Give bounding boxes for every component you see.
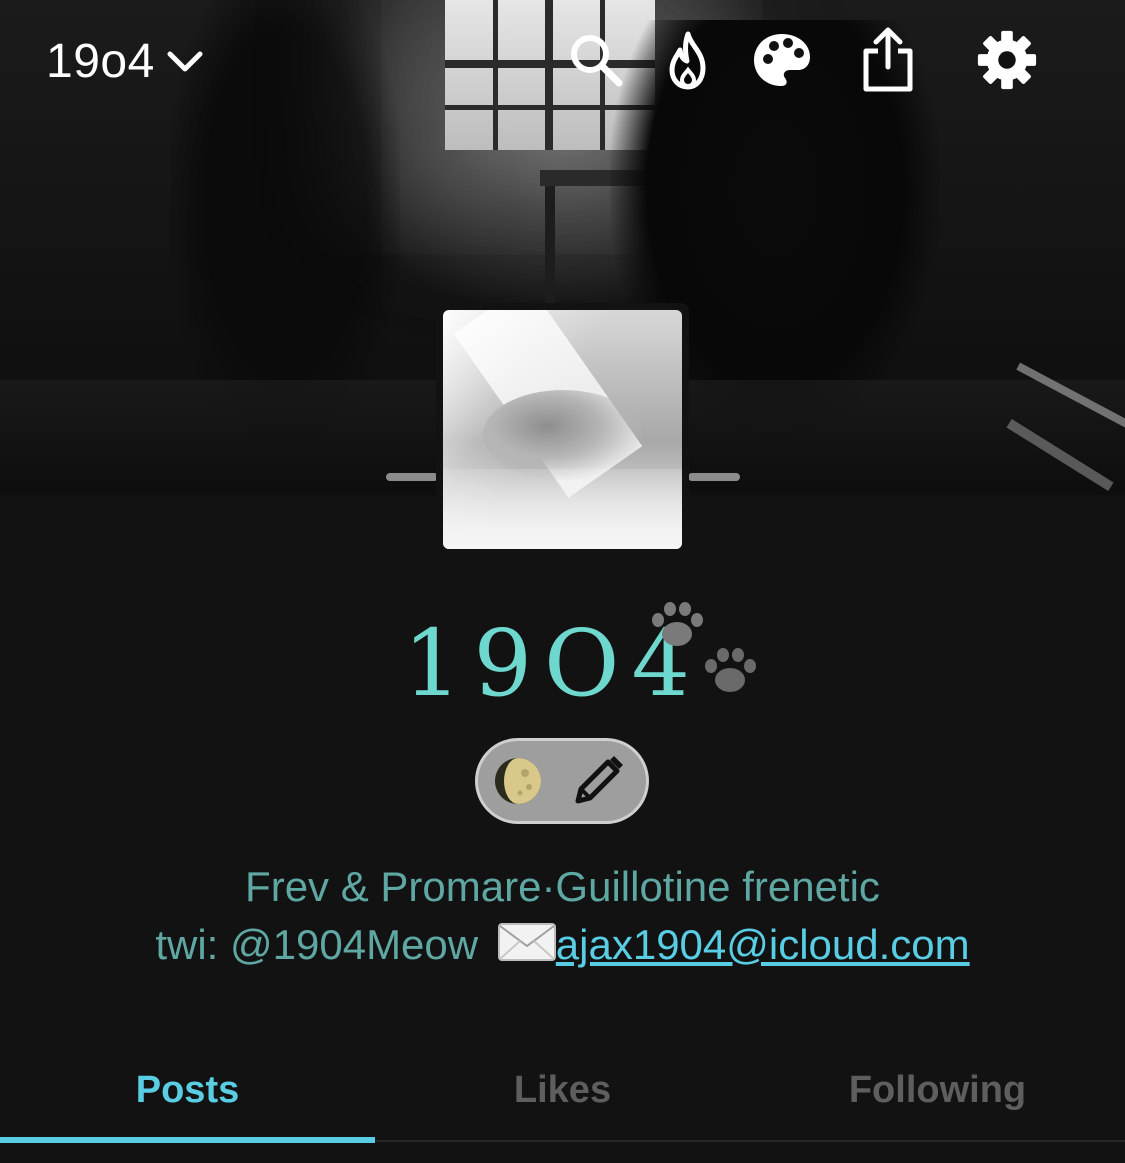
- gear-icon: [977, 30, 1037, 90]
- tab-following[interactable]: Following: [750, 1040, 1125, 1140]
- share-button[interactable]: [856, 27, 920, 92]
- blog-name: 19o4: [46, 35, 155, 88]
- tab-posts[interactable]: Posts: [0, 1040, 375, 1140]
- twitter-handle: twi: @1904Meow: [155, 921, 479, 968]
- envelope-icon: [497, 923, 556, 961]
- description-line-2: twi: @1904Meow ajax1904@icloud.com: [0, 916, 1125, 974]
- share-icon: [863, 27, 913, 92]
- search-button[interactable]: [564, 28, 628, 92]
- edit-status-pill[interactable]: [475, 738, 649, 824]
- search-icon: [571, 35, 623, 87]
- email-link[interactable]: ajax1904@icloud.com: [556, 921, 970, 968]
- blog-description: Frev & Promare·Guillotine frenetic twi: …: [0, 858, 1125, 974]
- palette-button[interactable]: [750, 28, 814, 92]
- tab-divider: [375, 1140, 1125, 1142]
- avatar-line-right: [688, 473, 740, 481]
- avatar[interactable]: [436, 303, 689, 556]
- paw-prints-icon: [652, 602, 756, 692]
- flame-icon: [669, 31, 706, 90]
- top-bar: 19o4: [0, 0, 1125, 130]
- chevron-down-icon: [167, 51, 203, 71]
- blog-switcher[interactable]: 19o4: [46, 34, 203, 89]
- description-line-1: Frev & Promare·Guillotine frenetic: [245, 863, 880, 910]
- avatar-image: [443, 310, 682, 549]
- settings-button[interactable]: [975, 28, 1039, 92]
- tab-likes[interactable]: Likes: [375, 1040, 750, 1140]
- trending-button[interactable]: [656, 28, 720, 92]
- avatar-line-left: [386, 473, 438, 481]
- pencil-icon: [575, 756, 623, 804]
- active-tab-indicator: [0, 1137, 375, 1143]
- profile-tabs: Posts Likes Following: [0, 1040, 1125, 1163]
- blog-title-row: 19O4: [0, 610, 1125, 717]
- palette-icon: [754, 34, 810, 86]
- moon-icon: [495, 758, 541, 804]
